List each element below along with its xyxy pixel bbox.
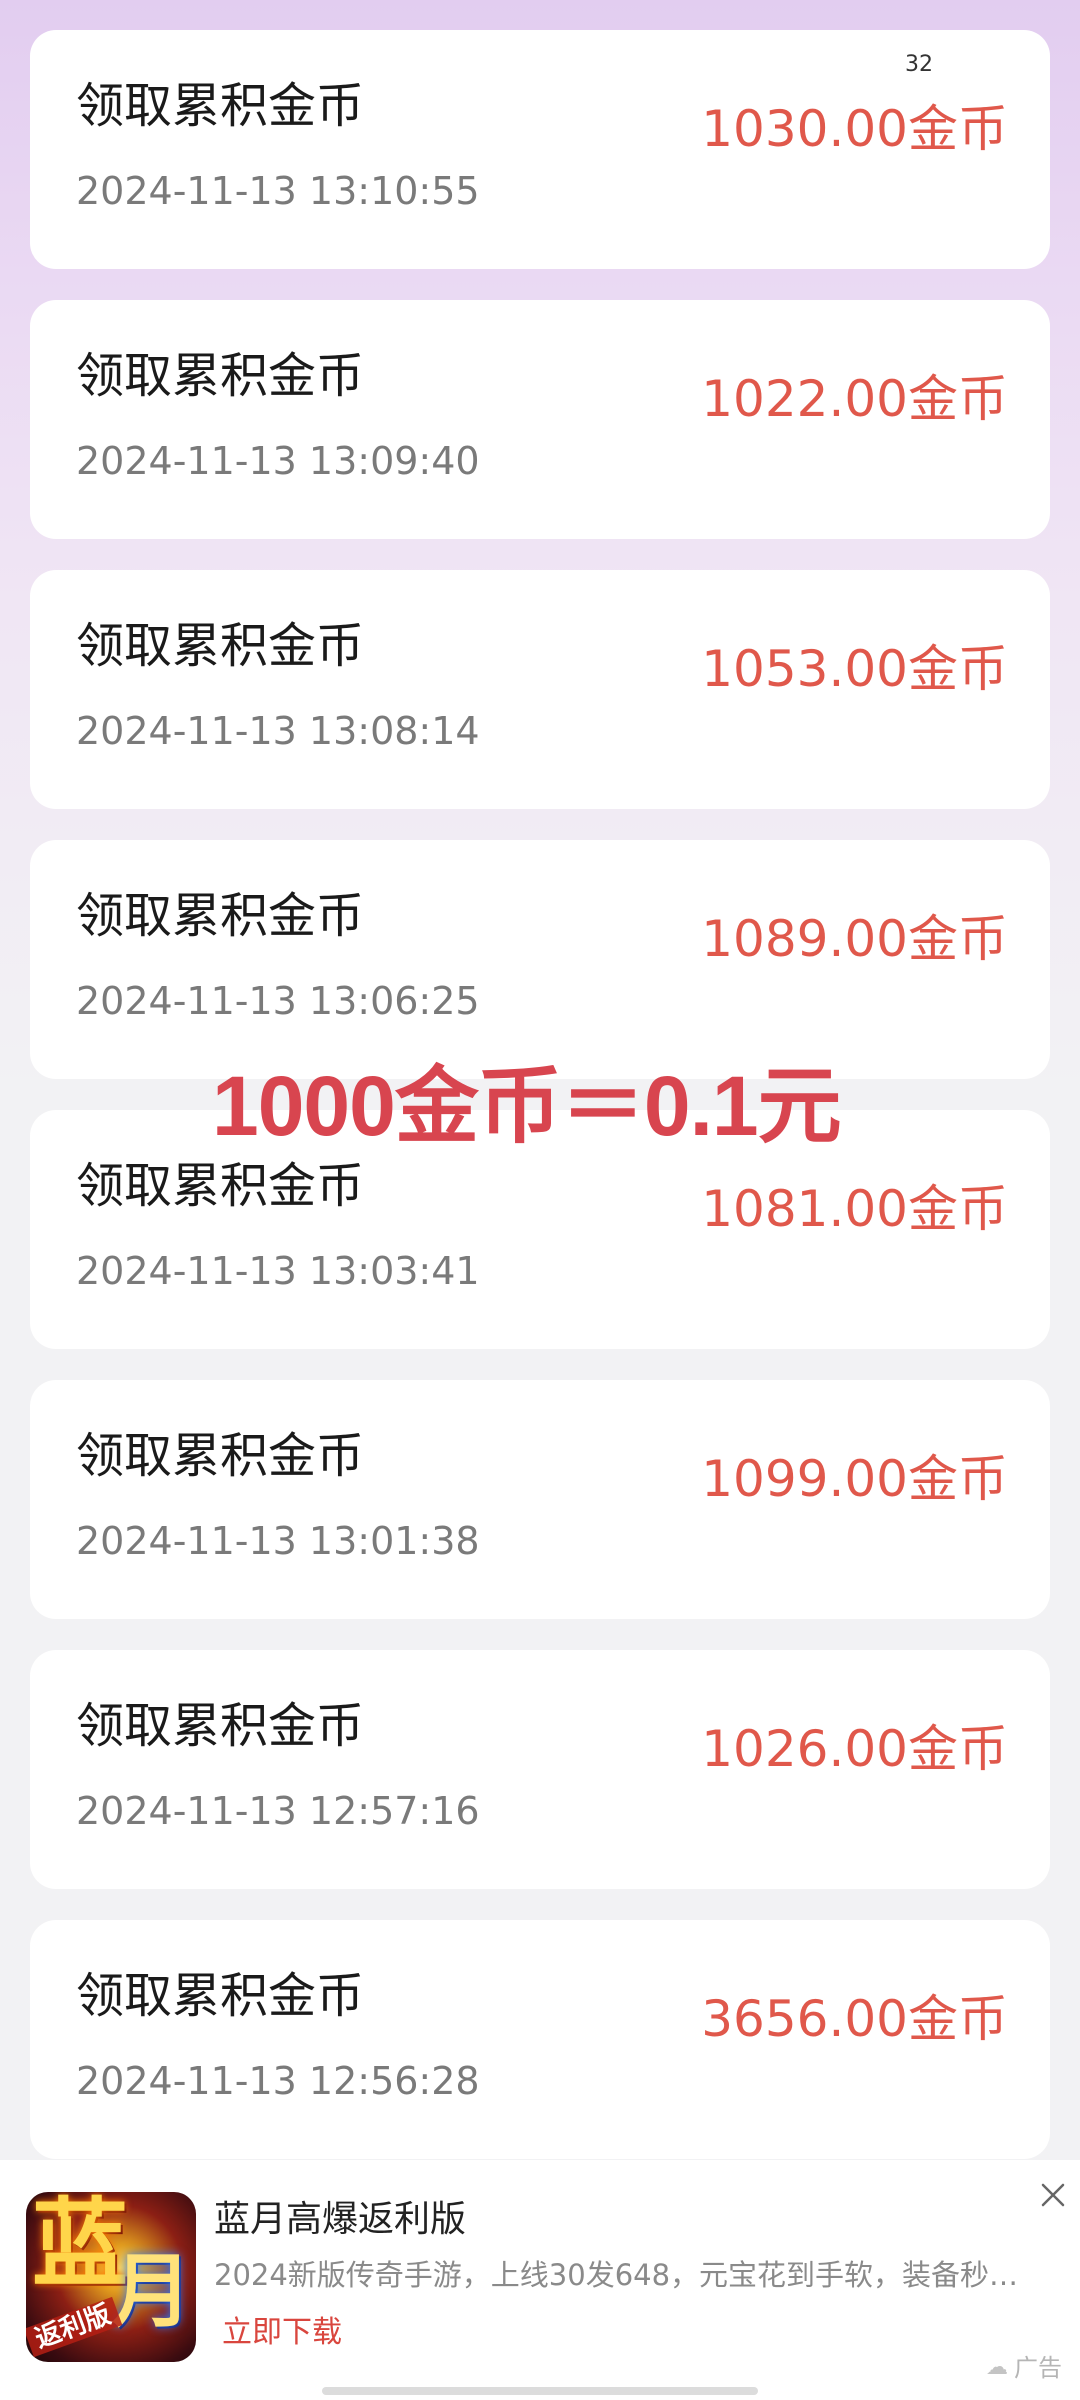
record-amount: 1030.00金币 bbox=[701, 100, 1008, 158]
record-time: 2024-11-13 13:03:41 bbox=[76, 1249, 480, 1293]
list-item[interactable]: 领取累积金币 2024-11-13 13:08:14 1053.00金币 bbox=[30, 570, 1050, 809]
record-title: 领取累积金币 bbox=[76, 888, 365, 944]
record-time: 2024-11-13 13:09:40 bbox=[76, 439, 480, 483]
close-icon-svg bbox=[1041, 2183, 1065, 2207]
ad-app-icon[interactable]: 蓝 月 返利版 bbox=[26, 2192, 196, 2362]
record-title: 领取累积金币 bbox=[76, 78, 365, 134]
record-title: 领取累积金币 bbox=[76, 1698, 365, 1754]
record-time: 2024-11-13 12:56:28 bbox=[76, 2059, 480, 2103]
record-title: 领取累积金币 bbox=[76, 618, 365, 674]
record-time: 2024-11-13 13:06:25 bbox=[76, 979, 480, 1023]
ad-download-button[interactable]: 立即下载 bbox=[222, 2318, 342, 2348]
corner-number: 32 bbox=[905, 52, 933, 77]
record-time: 2024-11-13 13:01:38 bbox=[76, 1519, 480, 1563]
ad-icon-glyph-2: 月 bbox=[112, 2245, 192, 2338]
record-amount: 1026.00金币 bbox=[701, 1720, 1008, 1778]
record-amount: 1022.00金币 bbox=[701, 370, 1008, 428]
close-icon[interactable] bbox=[1036, 2178, 1070, 2212]
ad-banner[interactable]: 蓝 月 返利版 蓝月高爆返利版 2024新版传奇手游，上线30发648，元宝花到… bbox=[0, 2160, 1080, 2400]
record-title: 领取累积金币 bbox=[76, 1158, 365, 1214]
exchange-rate-caption: 1000金币＝0.1元 bbox=[212, 1059, 842, 1153]
list-item[interactable]: 领取累积金币 2024-11-13 13:01:38 1099.00金币 bbox=[30, 1380, 1050, 1619]
record-amount: 1099.00金币 bbox=[701, 1450, 1008, 1508]
record-amount: 1053.00金币 bbox=[701, 640, 1008, 698]
ad-badge-label: 广告 bbox=[1014, 2354, 1062, 2382]
home-indicator[interactable] bbox=[322, 2387, 758, 2395]
record-amount: 3656.00金币 bbox=[701, 1990, 1008, 2048]
ad-cloud-icon: ☁ bbox=[986, 2355, 1008, 2380]
record-title: 领取累积金币 bbox=[76, 1428, 365, 1484]
ad-title[interactable]: 蓝月高爆返利版 bbox=[214, 2202, 466, 2238]
list-item[interactable]: 领取累积金币 2024-11-13 12:56:28 3656.00金币 bbox=[30, 1920, 1050, 2159]
list-item[interactable]: 领取累积金币 2024-11-13 13:09:40 1022.00金币 bbox=[30, 300, 1050, 539]
list-item[interactable]: 领取累积金币 2024-11-13 13:06:25 1089.00金币 bbox=[30, 840, 1050, 1079]
record-time: 2024-11-13 13:08:14 bbox=[76, 709, 480, 753]
ad-icon-tag: 返利版 bbox=[26, 2296, 123, 2358]
record-title: 领取累积金币 bbox=[76, 1968, 365, 2024]
record-amount: 1081.00金币 bbox=[701, 1180, 1008, 1238]
record-amount: 1089.00金币 bbox=[701, 910, 1008, 968]
record-time: 2024-11-13 12:57:16 bbox=[76, 1789, 480, 1833]
ad-description: 2024新版传奇手游，上线30发648，元宝花到手软，装备秒… bbox=[214, 2260, 1019, 2292]
record-time: 2024-11-13 13:10:55 bbox=[76, 169, 480, 213]
list-item[interactable]: 领取累积金币 2024-11-13 13:10:55 1030.00金币 bbox=[30, 30, 1050, 269]
record-title: 领取累积金币 bbox=[76, 348, 365, 404]
ad-badge: ☁ 广告 bbox=[986, 2356, 1062, 2380]
list-item[interactable]: 领取累积金币 2024-11-13 12:57:16 1026.00金币 bbox=[30, 1650, 1050, 1889]
